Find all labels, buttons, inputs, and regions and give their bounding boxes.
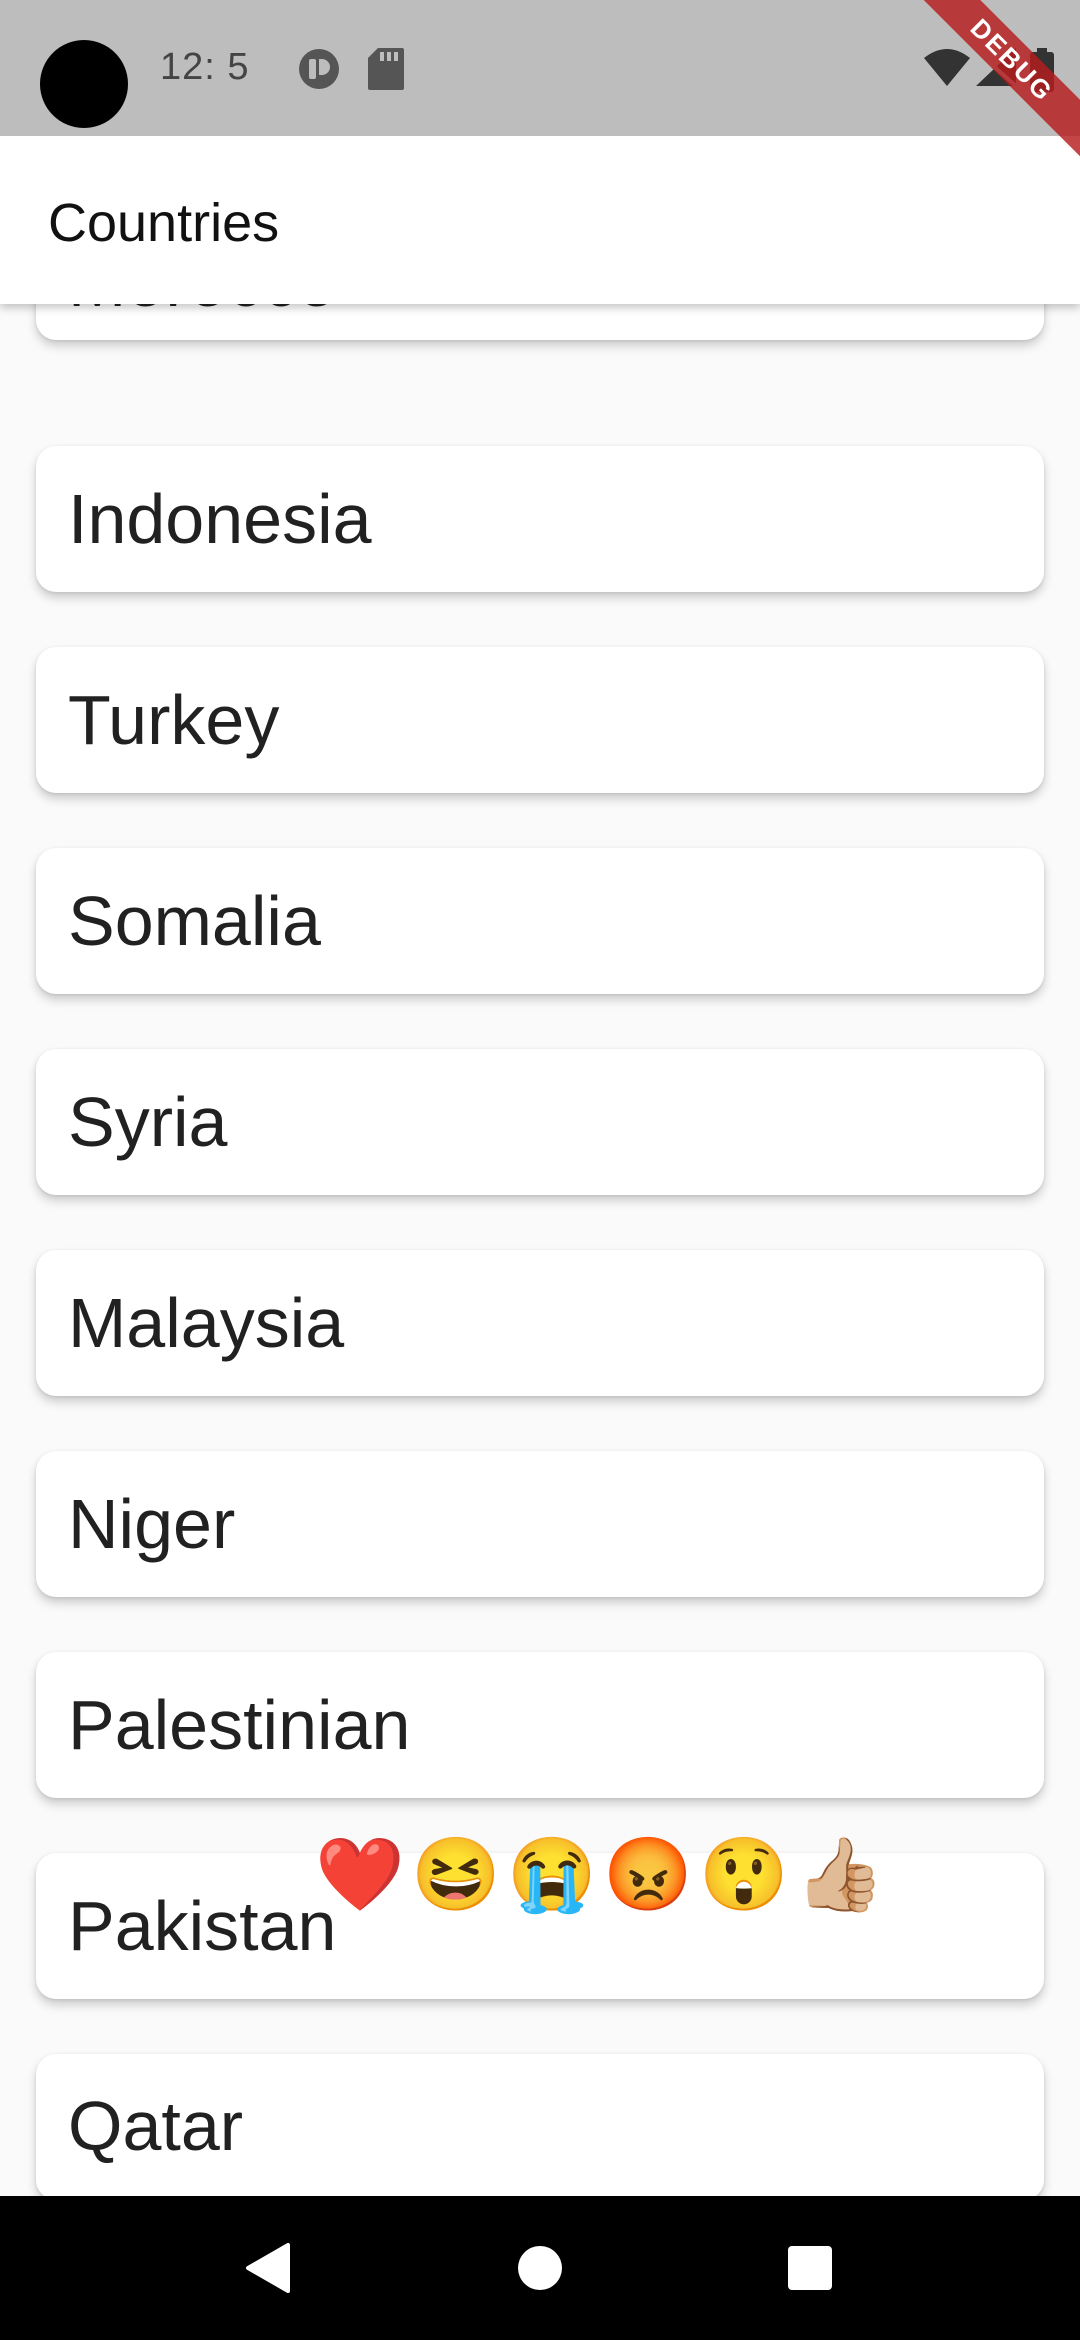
list-item-palestinian[interactable]: Palestinian	[36, 1652, 1044, 1798]
cell-signal-icon	[976, 48, 1020, 93]
list-item-niger[interactable]: Niger	[36, 1451, 1044, 1597]
heart-reaction-icon[interactable]: ❤️	[312, 1827, 408, 1923]
thumbs-up-reaction-icon[interactable]: 👍🏼	[792, 1827, 888, 1923]
list-item-label: Malaysia	[68, 1284, 345, 1362]
list-item-label: Indonesia	[68, 480, 372, 558]
list-item-label: Syria	[68, 1083, 228, 1161]
list-item-qatar[interactable]: Qatar	[36, 2054, 1044, 2200]
laugh-reaction-icon[interactable]: 😆	[408, 1827, 504, 1923]
list-item-syria[interactable]: Syria	[36, 1049, 1044, 1195]
list-item-label: Niger	[68, 1485, 236, 1563]
camera-cutout	[40, 40, 128, 128]
home-circle-icon	[518, 2246, 562, 2290]
list-item-turkey[interactable]: Turkey	[36, 647, 1044, 793]
list-item-label: Somalia	[68, 882, 321, 960]
list-item-pakistan[interactable]: Pakistan ❤️ 😆 😭 😡 😲 👍🏼	[36, 1839, 1044, 1999]
list-item-label: Pakistan	[68, 1887, 337, 1965]
screen: Morocco Indonesia Turkey Somalia Syria M…	[0, 0, 1080, 2340]
list-item-label: Qatar	[68, 2087, 244, 2165]
recents-button[interactable]	[782, 2240, 838, 2296]
status-time: 12: 5	[160, 46, 250, 88]
battery-icon	[1030, 48, 1054, 97]
app-bar: Countries	[0, 136, 1080, 304]
page-title: Countries	[48, 193, 280, 253]
list-item-label: Palestinian	[68, 1686, 411, 1764]
wifi-icon	[924, 48, 970, 93]
app-notification-icon	[298, 48, 340, 95]
sd-card-icon	[368, 48, 404, 95]
back-triangle-icon	[246, 2243, 290, 2293]
home-button[interactable]	[512, 2240, 568, 2296]
list-item-label: Turkey	[68, 681, 280, 759]
wow-reaction-icon[interactable]: 😲	[696, 1827, 792, 1923]
reaction-picker[interactable]: ❤️ 😆 😭 😡 😲 👍🏼	[312, 1827, 888, 1923]
cry-reaction-icon[interactable]: 😭	[504, 1827, 600, 1923]
list-item-somalia[interactable]: Somalia	[36, 848, 1044, 994]
country-list[interactable]: Morocco Indonesia Turkey Somalia Syria M…	[0, 0, 1080, 2200]
recents-square-icon	[788, 2246, 832, 2290]
list-item-malaysia[interactable]: Malaysia	[36, 1250, 1044, 1396]
back-button[interactable]	[240, 2240, 296, 2296]
angry-reaction-icon[interactable]: 😡	[600, 1827, 696, 1923]
list-item-indonesia[interactable]: Indonesia	[36, 446, 1044, 592]
navigation-bar	[0, 2196, 1080, 2340]
status-bar: 12: 5	[0, 0, 1080, 136]
